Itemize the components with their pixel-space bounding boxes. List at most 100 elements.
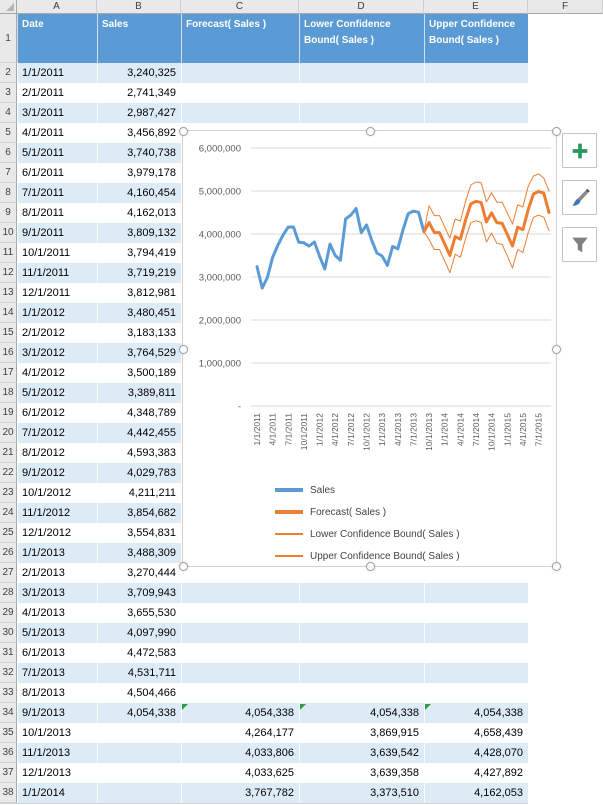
column-header-C[interactable]: C [181, 0, 299, 14]
table-cell[interactable]: 4,054,338 [424, 703, 528, 723]
table-cell[interactable] [181, 603, 299, 623]
table-cell[interactable]: 9/1/2013 [17, 703, 97, 723]
header-cell[interactable]: Forecast( Sales ) [181, 14, 299, 63]
row-number-36[interactable]: 36 [0, 743, 17, 763]
table-cell[interactable]: 12/1/2013 [17, 763, 97, 783]
column-header-F[interactable]: F [528, 0, 603, 14]
table-cell[interactable]: 4,054,338 [181, 703, 299, 723]
table-cell[interactable]: 3,270,444 [97, 563, 181, 583]
column-header-D[interactable]: D [299, 0, 424, 14]
table-cell[interactable]: 1/1/2011 [17, 63, 97, 83]
table-cell[interactable]: 1/1/2012 [17, 303, 97, 323]
table-cell[interactable]: 2,741,349 [97, 83, 181, 103]
table-cell[interactable] [299, 583, 424, 603]
table-cell[interactable]: 8/1/2011 [17, 203, 97, 223]
legend-item[interactable]: Lower Confidence Bound( Sales ) [275, 523, 460, 545]
table-cell[interactable] [299, 103, 424, 123]
table-cell[interactable]: 5/1/2011 [17, 143, 97, 163]
table-cell[interactable] [424, 103, 528, 123]
table-cell[interactable]: 3,456,892 [97, 123, 181, 143]
table-cell[interactable]: 3/1/2011 [17, 103, 97, 123]
table-cell[interactable] [181, 103, 299, 123]
table-cell[interactable]: 9/1/2011 [17, 223, 97, 243]
table-cell[interactable] [424, 623, 528, 643]
table-cell[interactable]: 3,639,358 [299, 763, 424, 783]
row-number-26[interactable]: 26 [0, 543, 17, 563]
legend-item[interactable]: Forecast( Sales ) [275, 501, 460, 523]
row-number-35[interactable]: 35 [0, 723, 17, 743]
table-cell[interactable]: 4,033,625 [181, 763, 299, 783]
table-cell[interactable]: 4,442,455 [97, 423, 181, 443]
table-cell[interactable] [299, 83, 424, 103]
table-cell[interactable]: 3,719,219 [97, 263, 181, 283]
row-number-25[interactable]: 25 [0, 523, 17, 543]
row-number-7[interactable]: 7 [0, 163, 17, 183]
table-cell[interactable] [97, 723, 181, 743]
table-cell[interactable] [424, 63, 528, 83]
table-cell[interactable]: 3,869,915 [299, 723, 424, 743]
table-cell[interactable]: 4,531,711 [97, 663, 181, 683]
header-cell[interactable]: Lower Confidence Bound( Sales ) [299, 14, 424, 63]
table-cell[interactable]: 3,794,419 [97, 243, 181, 263]
row-number-1[interactable]: 1 [0, 14, 17, 63]
row-number-33[interactable]: 33 [0, 683, 17, 703]
table-cell[interactable] [181, 663, 299, 683]
table-cell[interactable]: 6/1/2012 [17, 403, 97, 423]
table-cell[interactable]: 3,389,811 [97, 383, 181, 403]
table-cell[interactable]: 4,264,177 [181, 723, 299, 743]
chart-elements-button[interactable] [562, 133, 597, 168]
row-number-34[interactable]: 34 [0, 703, 17, 723]
column-header-A[interactable]: A [17, 0, 97, 14]
table-cell[interactable]: 3,240,325 [97, 63, 181, 83]
table-cell[interactable]: 8/1/2013 [17, 683, 97, 703]
row-number-10[interactable]: 10 [0, 223, 17, 243]
table-cell[interactable]: 4,211,211 [97, 483, 181, 503]
table-cell[interactable]: 3,639,542 [299, 743, 424, 763]
row-number-23[interactable]: 23 [0, 483, 17, 503]
table-cell[interactable] [424, 643, 528, 663]
series-line[interactable] [423, 214, 550, 274]
forecast-chart[interactable]: 6,000,000 5,000,000 4,000,000 3,000,000 2,00… [179, 127, 561, 571]
table-cell[interactable]: 5/1/2013 [17, 623, 97, 643]
row-number-20[interactable]: 20 [0, 423, 17, 443]
table-cell[interactable]: 4,472,583 [97, 643, 181, 663]
row-number-38[interactable]: 38 [0, 783, 17, 803]
row-number-27[interactable]: 27 [0, 563, 17, 583]
row-number-12[interactable]: 12 [0, 263, 17, 283]
series-line[interactable] [255, 207, 426, 290]
table-cell[interactable]: 3,480,451 [97, 303, 181, 323]
table-cell[interactable] [97, 783, 181, 803]
table-cell[interactable] [299, 643, 424, 663]
table-cell[interactable] [299, 683, 424, 703]
table-cell[interactable]: 3,500,189 [97, 363, 181, 383]
table-cell[interactable]: 8/1/2012 [17, 443, 97, 463]
row-number-28[interactable]: 28 [0, 583, 17, 603]
table-cell[interactable]: 3,764,529 [97, 343, 181, 363]
table-cell[interactable]: 6/1/2011 [17, 163, 97, 183]
table-cell[interactable]: 10/1/2011 [17, 243, 97, 263]
row-number-19[interactable]: 19 [0, 403, 17, 423]
table-cell[interactable]: 3,740,738 [97, 143, 181, 163]
table-cell[interactable]: 3,809,132 [97, 223, 181, 243]
table-cell[interactable]: 3,373,510 [299, 783, 424, 803]
table-cell[interactable]: 4,658,439 [424, 723, 528, 743]
row-number-4[interactable]: 4 [0, 103, 17, 123]
select-all-corner[interactable] [0, 0, 17, 14]
table-cell[interactable]: 3,488,309 [97, 543, 181, 563]
table-cell[interactable]: 3,767,782 [181, 783, 299, 803]
table-cell[interactable] [299, 663, 424, 683]
table-cell[interactable]: 3/1/2012 [17, 343, 97, 363]
row-number-5[interactable]: 5 [0, 123, 17, 143]
row-number-8[interactable]: 8 [0, 183, 17, 203]
table-cell[interactable]: 2,987,427 [97, 103, 181, 123]
selection-handle[interactable] [552, 127, 561, 136]
row-number-17[interactable]: 17 [0, 363, 17, 383]
header-cell[interactable]: Sales [97, 14, 181, 63]
selection-handle[interactable] [552, 344, 561, 354]
table-cell[interactable]: 4,427,892 [424, 763, 528, 783]
table-cell[interactable] [181, 623, 299, 643]
table-cell[interactable]: 2/1/2011 [17, 83, 97, 103]
table-cell[interactable]: 6/1/2013 [17, 643, 97, 663]
table-cell[interactable]: 4/1/2011 [17, 123, 97, 143]
row-number-16[interactable]: 16 [0, 343, 17, 363]
